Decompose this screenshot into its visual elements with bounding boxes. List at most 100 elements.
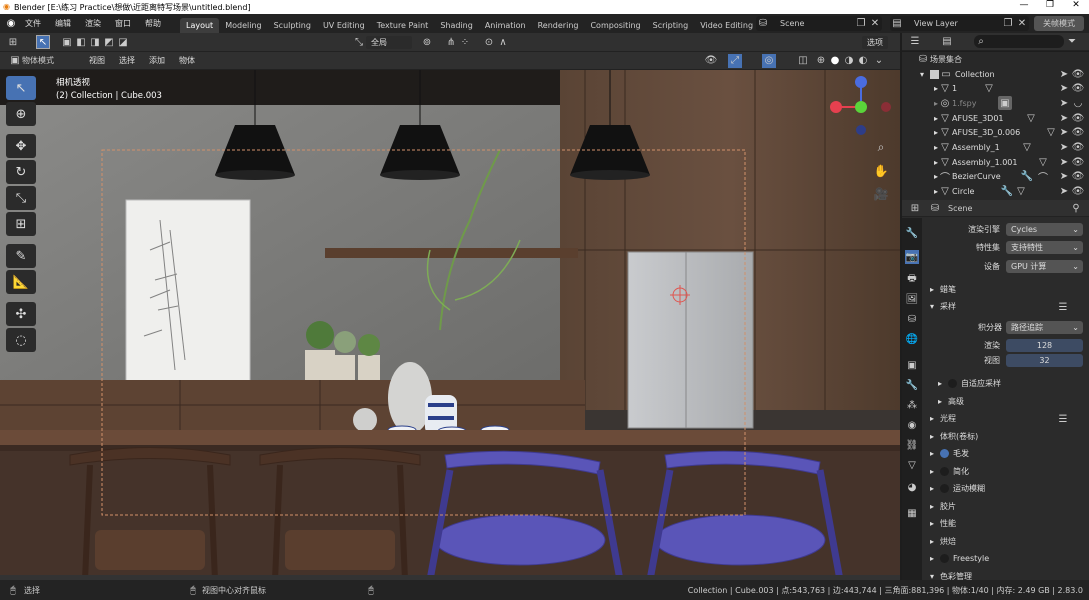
presets-icon[interactable]: ☰ xyxy=(1056,412,1070,426)
scene-tab-icon[interactable]: ⛁ xyxy=(905,312,919,326)
xray-icon[interactable]: ◫ xyxy=(796,54,810,68)
gizmo-icon[interactable]: ⤢ xyxy=(728,53,742,68)
mode-dropdown[interactable]: 物体模式 xyxy=(22,55,82,66)
output-tab-icon[interactable]: 🖶 xyxy=(905,272,919,286)
panel-bake[interactable]: ▸ 烘焙 xyxy=(930,536,956,547)
select-arrow-icon[interactable]: ➤ xyxy=(1057,126,1071,140)
hair-checkbox[interactable] xyxy=(940,449,949,458)
snap-icon[interactable]: ⋔ xyxy=(444,35,458,49)
select-box-icon[interactable]: ▣ xyxy=(60,35,74,49)
freestyle-checkbox[interactable] xyxy=(940,554,949,563)
select-invert-icon[interactable]: ◩ xyxy=(102,35,116,49)
select-box-tool-icon[interactable]: ↖ xyxy=(6,76,36,100)
annotate-tool-icon[interactable]: ✎ xyxy=(6,244,36,268)
panel-motion-blur[interactable]: ▸ 运动模糊 xyxy=(930,483,985,494)
pin-icon[interactable]: ⚲ xyxy=(1069,201,1083,215)
filter-icon[interactable]: ⏷ xyxy=(1065,35,1079,49)
eye-icon[interactable]: 👁 xyxy=(1071,82,1085,96)
simplify-checkbox[interactable] xyxy=(940,467,949,476)
snap-target-icon[interactable]: ⁘ xyxy=(458,35,472,49)
subpanel-advanced[interactable]: ▸ 高级 xyxy=(938,396,964,407)
eye-icon[interactable]: 👁 xyxy=(1071,126,1085,140)
copy-view-layer-icon[interactable]: ❐ xyxy=(1001,17,1015,31)
view-layer-selector[interactable]: ▤ View Layer ❐ ✕ xyxy=(890,16,1029,31)
editor-type-icon[interactable]: ⊞ xyxy=(6,35,20,49)
outliner-row[interactable]: ▸ ▽ Assembly_1.001 ▽ ➤ 👁 xyxy=(902,155,1089,170)
tool-tab-icon[interactable]: 🔧 xyxy=(905,226,919,240)
select-arrow-icon[interactable]: ➤ xyxy=(1057,67,1071,81)
physics-tab-icon[interactable]: ◉ xyxy=(905,418,919,432)
zoom-icon[interactable]: ⌕ xyxy=(874,140,888,154)
panel-grease-pencil[interactable]: ▸ 蜡笔 xyxy=(930,284,956,295)
outliner-search-input[interactable]: ⌕ xyxy=(974,35,1064,48)
remove-scene-icon[interactable]: ✕ xyxy=(868,17,882,31)
panel-light-paths[interactable]: ▸ 光程 xyxy=(930,413,956,424)
select-tool-icon[interactable]: ↖ xyxy=(36,35,50,49)
rendered-shading-icon[interactable]: ◐ xyxy=(856,54,870,68)
blender-menu-icon[interactable]: ◉ xyxy=(4,17,18,31)
select-arrow-icon[interactable]: ➤ xyxy=(1057,170,1071,184)
proportional-icon[interactable]: ⊙ xyxy=(482,35,496,49)
panel-volumes[interactable]: ▸ 体积(卷标) xyxy=(930,431,978,442)
eye-icon[interactable]: 👁 xyxy=(1071,170,1085,184)
pan-hand-icon[interactable]: ✋ xyxy=(874,164,889,178)
tab-scripting[interactable]: Scripting xyxy=(647,18,695,33)
eye-icon[interactable]: 👁 xyxy=(1071,185,1085,199)
pivot-icon[interactable]: ⊚ xyxy=(420,35,434,49)
panel-freestyle[interactable]: ▸ Freestyle xyxy=(930,554,989,563)
rotate-tool-icon[interactable]: ↻ xyxy=(6,160,36,184)
copy-scene-icon[interactable]: ❐ xyxy=(854,17,868,31)
outliner-row[interactable]: ▸ ▽ Assembly_1 ▽ ➤ 👁 xyxy=(902,140,1089,155)
render-mode-button[interactable]: 关帧模式 xyxy=(1034,16,1084,31)
outliner-editor-icon[interactable]: ☰ xyxy=(908,35,922,49)
select-extend-icon[interactable]: ◧ xyxy=(74,35,88,49)
menu-render[interactable]: 渲染 xyxy=(78,18,108,29)
eye-closed-icon[interactable]: ◡ xyxy=(1071,96,1085,110)
panel-film[interactable]: ▸ 胶片 xyxy=(930,501,956,512)
outliner-row[interactable]: ▸ ▽ AFUSE_3D_0.006 ▽ ➤ 👁 xyxy=(902,125,1089,140)
select-arrow-icon[interactable]: ➤ xyxy=(1057,185,1071,199)
transform-tool-icon[interactable]: ⊞ xyxy=(6,212,36,236)
tab-modeling[interactable]: Modeling xyxy=(219,18,267,33)
menu-file[interactable]: 文件 xyxy=(18,18,48,29)
overlay-icon[interactable]: ◎ xyxy=(762,53,776,68)
tab-video-editing[interactable]: Video Editing xyxy=(694,18,759,33)
measure-tool-icon[interactable]: 📐 xyxy=(6,270,36,294)
select-arrow-icon[interactable]: ➤ xyxy=(1057,111,1071,125)
tab-sculpting[interactable]: Sculpting xyxy=(268,18,317,33)
menu-object[interactable]: 物体 xyxy=(172,55,202,66)
eye-icon[interactable]: 👁 xyxy=(1071,140,1085,154)
modifier-tab-icon[interactable]: 🔧 xyxy=(905,378,919,392)
tab-layout[interactable]: Layout xyxy=(180,18,220,33)
add-cube-tool-icon[interactable]: ✣ xyxy=(6,302,36,326)
solid-shading-icon[interactable]: ● xyxy=(828,54,842,68)
outliner-row[interactable]: ▸ ▽ AFUSE_3D01 ▽ ➤ 👁 xyxy=(902,111,1089,126)
properties-editor-icon[interactable]: ⊞ xyxy=(908,201,922,215)
cursor-tool-icon[interactable]: ⊕ xyxy=(6,102,36,126)
tab-rendering[interactable]: Rendering xyxy=(532,18,585,33)
menu-select[interactable]: 选择 xyxy=(112,55,142,66)
select-intersect-icon[interactable]: ◪ xyxy=(116,35,130,49)
scene-selector[interactable]: ⛁ Scene ❐ ✕ xyxy=(756,16,882,31)
close-icon[interactable]: ✕ xyxy=(1063,0,1089,10)
move-tool-icon[interactable]: ✥ xyxy=(6,134,36,158)
orbit-tool-icon[interactable]: ◌ xyxy=(6,328,36,352)
select-subtract-icon[interactable]: ◨ xyxy=(88,35,102,49)
outliner-row[interactable]: ▸ ◎ 1.fspy ▣ ➤ ◡ xyxy=(902,96,1089,111)
menu-window[interactable]: 窗口 xyxy=(108,18,138,29)
render-tab-icon[interactable]: 📷 xyxy=(905,250,919,264)
options-dropdown[interactable]: 选项 xyxy=(862,35,888,49)
adaptive-checkbox[interactable] xyxy=(948,379,957,388)
panel-simplify[interactable]: ▸ 简化 xyxy=(930,466,969,477)
minimize-icon[interactable]: — xyxy=(1011,0,1037,10)
outliner-row[interactable]: ⛁ 场景集合 xyxy=(902,52,1089,67)
eye-icon[interactable]: 👁 xyxy=(1071,67,1085,81)
eye-icon[interactable]: 👁 xyxy=(1071,155,1085,169)
panel-hair[interactable]: ▸ 毛发 xyxy=(930,448,969,459)
world-tab-icon[interactable]: 🌐 xyxy=(905,332,919,346)
menu-add[interactable]: 添加 xyxy=(142,55,172,66)
select-arrow-icon[interactable]: ➤ xyxy=(1057,140,1071,154)
eye-icon[interactable]: 👁 xyxy=(1071,111,1085,125)
viewport-samples-field[interactable]: 32 xyxy=(1006,354,1083,367)
presets-icon[interactable]: ☰ xyxy=(1056,300,1070,314)
